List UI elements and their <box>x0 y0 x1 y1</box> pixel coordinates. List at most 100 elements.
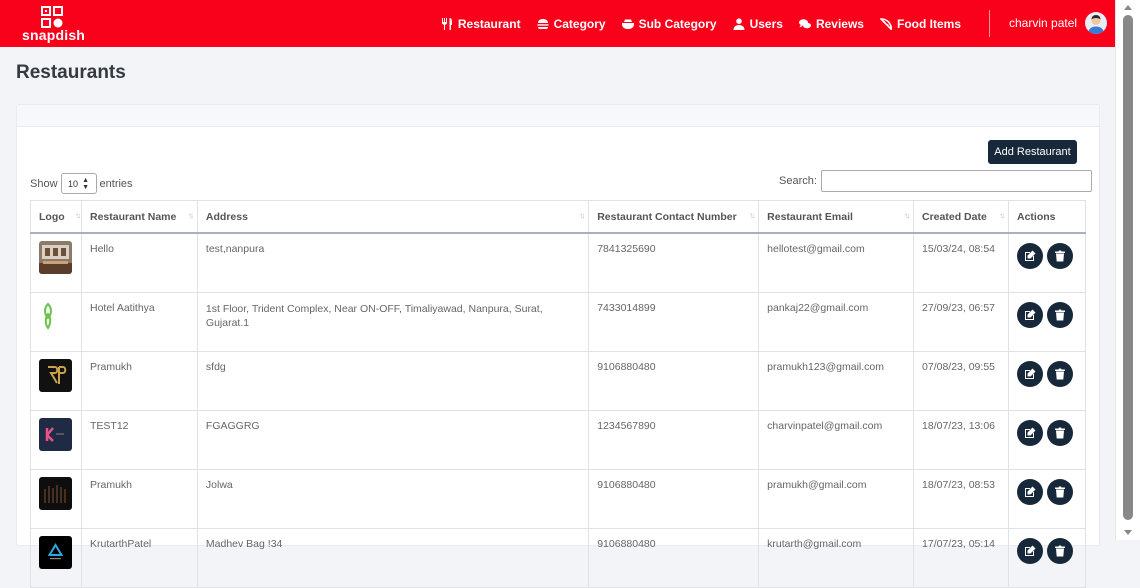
nav-item-label: Food Items <box>896 16 961 31</box>
column-header-logo[interactable]: Logo ↑↓ <box>30 200 82 234</box>
table-row: KrutarthPatel Madhev Bag !34 9106880480 … <box>30 528 1086 588</box>
restaurant-logo-monogram <box>39 359 72 392</box>
delete-button[interactable] <box>1047 302 1073 328</box>
delete-button[interactable] <box>1047 243 1073 269</box>
edit-button[interactable] <box>1017 538 1043 564</box>
entries-label: entries <box>99 177 133 190</box>
restaurant-name: Pramukh <box>81 351 198 411</box>
page-scrollbar[interactable] <box>1115 0 1140 540</box>
nav-item-reviews[interactable]: Reviews <box>798 17 864 31</box>
edit-icon <box>1025 545 1036 556</box>
sort-icon: ↑↓ <box>187 211 194 220</box>
sort-icon: ↑↓ <box>999 211 1005 220</box>
delete-button[interactable] <box>1047 479 1073 505</box>
restaurants-table: Logo ↑↓ Restaurant Name ↑↓ Address ↑↓ Resta… <box>30 200 1086 588</box>
user-menu[interactable]: charvin patel <box>1009 12 1108 34</box>
user-name: charvin patel <box>1009 16 1078 30</box>
nav-divider <box>989 10 990 37</box>
restaurant-contact: 7433014899 <box>588 292 760 352</box>
restaurant-logo-k <box>39 418 72 451</box>
top-navbar: snapdish Restaurant Category Sub Categor… <box>0 0 1116 47</box>
edit-button[interactable] <box>1017 479 1043 505</box>
trash-icon <box>1055 368 1065 380</box>
restaurant-address: sfdg <box>197 351 590 411</box>
edit-icon <box>1025 368 1036 379</box>
restaurant-email: charvinpatel@gmail.com <box>758 410 915 470</box>
edit-button[interactable] <box>1017 361 1043 387</box>
restaurant-name: KrutarthPatel <box>81 528 198 588</box>
entries-value: 10 <box>68 178 79 189</box>
search-input[interactable] <box>820 170 1092 192</box>
restaurant-name: Hello <box>81 233 198 293</box>
select-arrows-icon: ▲ ▼ <box>82 176 89 191</box>
delete-button[interactable] <box>1047 361 1073 387</box>
restaurant-name: Pramukh <box>81 469 198 529</box>
restaurant-email: pramukh123@gmail.com <box>758 351 915 411</box>
utensils-icon <box>441 17 452 30</box>
trash-icon <box>1055 427 1065 439</box>
nav-item-sub-category[interactable]: Sub Category <box>621 17 717 31</box>
logo-cell <box>30 410 82 470</box>
show-entries: Show 10 ▲ ▼ entries <box>30 173 133 194</box>
edit-button[interactable] <box>1017 302 1043 328</box>
scroll-down-arrow-icon[interactable] <box>1124 530 1132 535</box>
created-date: 27/09/23, 06:57 <box>913 292 1009 352</box>
edit-button[interactable] <box>1017 243 1043 269</box>
restaurant-logo-interior <box>39 241 72 274</box>
trash-icon <box>1055 250 1065 262</box>
created-date: 15/03/24, 08:54 <box>913 233 1009 293</box>
actions-cell <box>1008 351 1086 411</box>
restaurant-contact: 9106880480 <box>588 469 760 529</box>
sort-icon: ↑↓ <box>904 211 910 220</box>
restaurant-logo-leaf <box>39 300 72 333</box>
sort-icon: ↑↓ <box>749 211 755 220</box>
logo-cell <box>30 292 82 352</box>
column-header-email[interactable]: Restaurant Email ↑↓ <box>758 200 915 234</box>
column-header-contact[interactable]: Restaurant Contact Number ↑↓ <box>588 200 760 234</box>
table-row: Pramukh sfdg 9106880480 pramukh123@gmail… <box>30 351 1086 411</box>
nav-item-restaurant[interactable]: Restaurant <box>441 17 521 31</box>
entries-select[interactable]: 10 ▲ ▼ <box>60 173 97 194</box>
table-row: TEST12 FGAGGRG 1234567890 charvinpatel@g… <box>30 410 1086 470</box>
nav-item-category[interactable]: Category <box>537 17 606 31</box>
logo-cell <box>30 528 82 588</box>
delete-button[interactable] <box>1047 538 1073 564</box>
trash-icon <box>1055 486 1065 498</box>
nav-item-users[interactable]: Users <box>733 17 783 31</box>
column-header-address[interactable]: Address ↑↓ <box>197 200 590 234</box>
table-row: Hotel Aatithya 1st Floor, Trident Comple… <box>30 292 1086 352</box>
table-header-row: Logo ↑↓ Restaurant Name ↑↓ Address ↑↓ Resta… <box>30 200 1086 234</box>
nav-item-food-items[interactable]: Food Items <box>879 16 961 31</box>
trash-icon <box>1055 309 1065 321</box>
sort-icon: ↑↓ <box>74 211 81 220</box>
logo-cell <box>30 469 82 529</box>
add-restaurant-button[interactable]: Add Restaurant <box>988 140 1077 164</box>
restaurant-address: Jolwa <box>197 469 590 529</box>
delete-button[interactable] <box>1047 420 1073 446</box>
restaurant-email: hellotest@gmail.com <box>758 233 915 293</box>
created-date: 17/07/23, 05:14 <box>913 528 1009 588</box>
avatar <box>1085 12 1108 34</box>
user-avatar-icon <box>1088 15 1105 34</box>
actions-cell <box>1008 469 1086 529</box>
edit-icon <box>1025 309 1036 320</box>
scroll-up-arrow-icon[interactable] <box>1124 5 1132 10</box>
restaurant-address: 1st Floor, Trident Complex, Near ON-OFF,… <box>197 292 590 352</box>
logo-cell <box>30 351 82 411</box>
nav-item-label: Users <box>749 16 783 31</box>
restaurant-logo-dark <box>39 477 72 510</box>
table-row: Hello test,nanpura 7841325690 hellotest@… <box>30 233 1086 293</box>
nav-item-label: Category <box>553 16 606 31</box>
actions-cell <box>1008 528 1086 588</box>
restaurant-name: Hotel Aatithya <box>81 292 198 352</box>
edit-button[interactable] <box>1017 420 1043 446</box>
scroll-thumb[interactable] <box>1123 15 1133 520</box>
restaurant-address: test,nanpura <box>197 233 590 293</box>
brand-logo[interactable]: snapdish <box>22 6 85 43</box>
restaurant-email: pramukh@gmail.com <box>758 469 915 529</box>
column-header-created-date[interactable]: Created Date ↑↓ <box>913 200 1009 234</box>
restaurant-contact: 9106880480 <box>588 528 760 588</box>
column-header-restaurant-name[interactable]: Restaurant Name ↑↓ <box>81 200 198 234</box>
pizza-icon <box>879 17 892 30</box>
restaurant-address: FGAGGRG <box>197 410 590 470</box>
